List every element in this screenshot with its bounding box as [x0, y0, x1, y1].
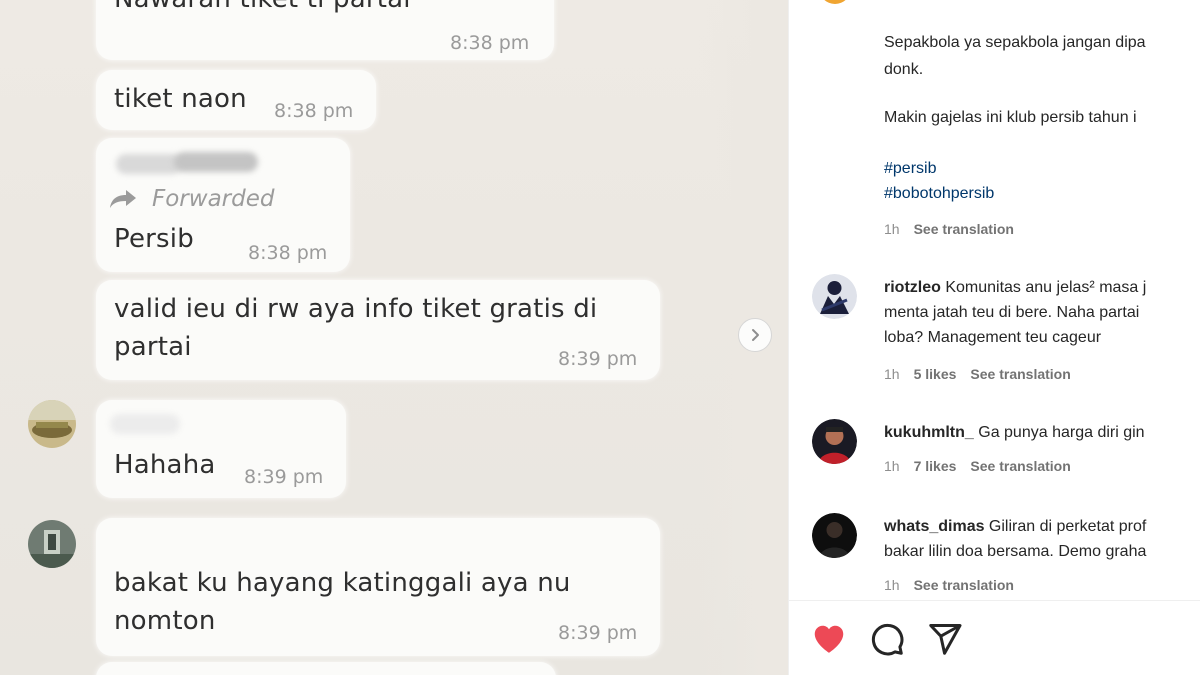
chat-message-text: Persib [114, 224, 194, 254]
chat-message-time: 8:39 pm [558, 622, 638, 644]
hashtag-link[interactable]: #bobotohpersib [884, 185, 994, 203]
chat-message-text: Nawaran tiket ti partai [114, 0, 411, 14]
chat-message-text: bakat ku hayang katinggali aya nu [114, 568, 571, 598]
comment-username[interactable]: kukuhmltn_ [884, 424, 974, 441]
chat-bubble: bakat ku hayang katinggali aya nu nomton… [96, 518, 660, 656]
comment-text-segment: Ga punya harga diri gin [973, 424, 1145, 441]
avatar[interactable] [812, 513, 857, 558]
chat-message-text: partai [114, 332, 192, 362]
caption-meta: 1h See translation [884, 221, 1028, 237]
forwarded-label: Forwarded [152, 186, 275, 212]
comment-text: riotzleo Komunitas anu jelas² masa j [884, 279, 1146, 297]
post-details-panel: Sepakbola ya sepakbola jangan dipa donk.… [788, 0, 1200, 675]
chat-bubble: Forwarded Persib 8:38 pm [96, 138, 350, 272]
chat-message-time: 8:39 pm [558, 348, 638, 370]
comment-likes[interactable]: 5 likes [914, 366, 957, 382]
chat-bubble: Hahaha 8:39 pm [96, 400, 346, 498]
forward-arrow-icon [110, 190, 136, 208]
avatar[interactable] [812, 274, 857, 319]
like-button[interactable] [811, 621, 847, 657]
caption-line: Makin gajelas ini klub persib tahun i [884, 109, 1137, 126]
chat-message-time: 8:38 pm [248, 242, 328, 264]
comment-meta: 1h 7 likes See translation [884, 458, 1085, 474]
author-avatar[interactable] [819, 0, 851, 4]
chat-message-text: valid ieu di rw aya info tiket gratis di [114, 294, 598, 324]
comment-username[interactable]: riotzleo [884, 279, 941, 296]
carousel-next-button[interactable] [738, 318, 772, 352]
see-translation-link[interactable]: See translation [914, 577, 1014, 593]
comment-time: 1h [884, 366, 900, 382]
comment-text-segment: Giliran di perketat prof [984, 518, 1147, 535]
chat-message-time: 8:38 pm [450, 32, 530, 54]
avatar[interactable] [812, 419, 857, 464]
chat-bubble [96, 662, 556, 675]
comment-time: 1h [884, 458, 900, 474]
chat-message-text: nomton [114, 606, 216, 636]
chevron-right-icon [752, 329, 759, 341]
comment-text: kukuhmltn_ Ga punya harga diri gin [884, 424, 1145, 442]
comment-time: 1h [884, 577, 900, 593]
chat-bubble: Nawaran tiket ti partai 8:38 pm [96, 0, 554, 60]
comment-text: bakar lilin doa bersama. Demo graha [884, 543, 1147, 560]
chat-bubble: valid ieu di rw aya info tiket gratis di… [96, 280, 660, 380]
blurred-sender-name [174, 152, 258, 172]
chat-message-text: tiket naon [114, 84, 247, 114]
comment-text: loba? Management teu cageur [884, 329, 1102, 346]
chat-message-time: 8:39 pm [244, 466, 324, 488]
caption-line: Sepakbola ya sepakbola jangan dipa [884, 34, 1146, 51]
comment-icon [871, 623, 904, 656]
post-media-image: Nawaran tiket ti partai 8:38 pm tiket na… [0, 0, 788, 675]
see-translation-link[interactable]: See translation [970, 366, 1070, 382]
comment-text: menta jatah teu di bere. Naha partai [884, 304, 1140, 321]
post-time: 1h [884, 221, 900, 237]
chat-message-time: 8:38 pm [274, 100, 354, 122]
see-translation-link[interactable]: See translation [914, 221, 1014, 237]
caption-line: donk. [884, 61, 924, 78]
comment-button[interactable] [869, 621, 905, 657]
chat-avatar [28, 520, 76, 568]
chat-message-text: Hahaha [114, 450, 216, 480]
comment-meta: 1h See translation [884, 577, 1028, 593]
see-translation-link[interactable]: See translation [970, 458, 1070, 474]
heart-icon [814, 625, 844, 653]
share-icon [929, 624, 962, 655]
share-button[interactable] [927, 621, 963, 657]
comment-username[interactable]: whats_dimas [884, 518, 984, 535]
comment-text: whats_dimas Giliran di perketat prof [884, 518, 1146, 536]
chat-bubble: tiket naon 8:38 pm [96, 70, 376, 130]
comment-meta: 1h 5 likes See translation [884, 366, 1085, 382]
hashtag-link[interactable]: #persib [884, 160, 936, 178]
blurred-sender-name [110, 414, 180, 434]
blurred-sender-name [116, 154, 182, 174]
chat-avatar [28, 400, 76, 448]
comment-text-segment: Komunitas anu jelas² masa j [940, 279, 1147, 296]
post-action-bar [789, 600, 1200, 675]
comment-likes[interactable]: 7 likes [914, 458, 957, 474]
